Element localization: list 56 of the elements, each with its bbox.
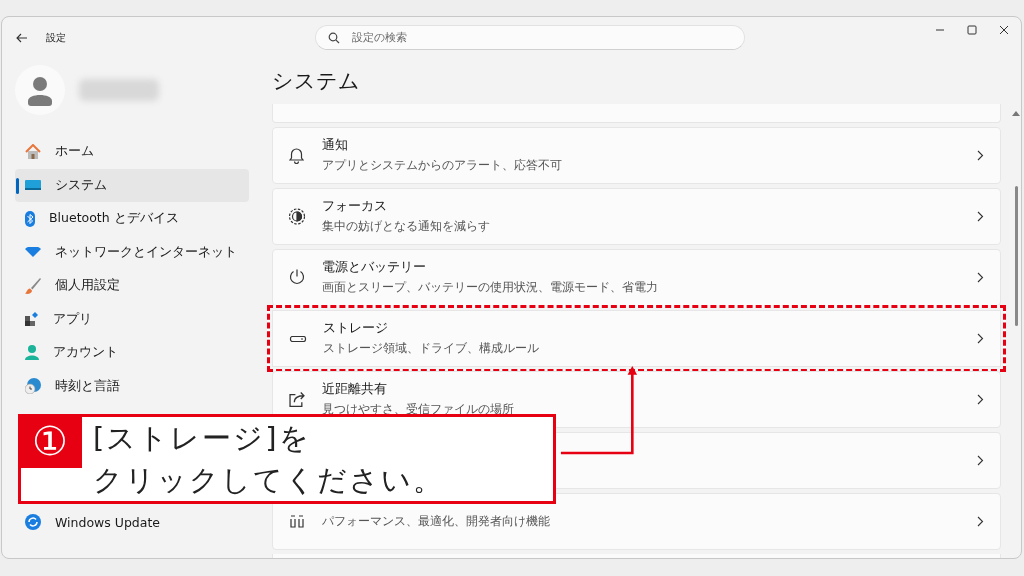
chevron-right-icon [977,394,984,405]
search-box[interactable]: 設定の検索 [315,25,745,50]
card-description: アプリとシステムからのアラート、応答不可 [322,157,563,174]
wifi-icon [25,247,41,258]
step-number: ① [18,414,82,468]
chevron-right-icon [977,333,984,344]
card-title: 近距離共有 [322,381,388,398]
chevron-right-icon [977,211,984,222]
focus-icon [288,208,306,225]
maximize-icon[interactable] [967,25,977,35]
sliders-icon [288,515,306,528]
settings-card[interactable]: フォーカス 集中の妨げとなる通知を減らす [272,188,1001,245]
card-title: 電源とバッテリー [322,259,427,276]
card-title: ストレージ [323,320,389,337]
update-icon [25,514,41,530]
scroll-up-icon[interactable] [1012,110,1020,116]
back-arrow-icon[interactable] [16,32,28,43]
close-icon[interactable] [999,25,1009,35]
settings-card[interactable]: 電源とバッテリー 画面とスリープ、バッテリーの使用状況、電源モード、省電力 [272,249,1001,306]
card-description: パフォーマンス、最適化、開発者向け機能 [322,513,551,530]
drive-icon [289,335,307,342]
apps-icon [25,312,39,327]
search-icon [328,31,340,44]
search-field[interactable]: 設定の検索 [352,31,744,44]
settings-card[interactable]: 通知 アプリとシステムからのアラート、応答不可 [272,127,1001,184]
brush-icon [25,277,41,294]
chevron-right-icon [977,516,984,527]
card-description: 集中の妨げとなる通知を減らす [322,218,491,235]
card-description: 画面とスリープ、バッテリーの使用状況、電源モード、省電力 [322,279,659,296]
sidebar-item[interactable]: アカウント [15,336,249,370]
settings-card[interactable]: ストレージ ストレージ領域、ドライブ、構成ルール [267,305,1006,372]
sidebar-item[interactable]: システム [15,168,249,202]
chevron-right-icon [977,150,984,161]
card-title: フォーカス [322,198,388,215]
chevron-right-icon [977,455,984,466]
card-title: 通知 [322,137,349,154]
bluetooth-icon [25,210,35,227]
card-description: ストレージ領域、ドライブ、構成ルール [323,340,540,357]
sidebar-item[interactable]: ネットワークとインターネット [15,235,249,269]
bell-icon [288,147,306,164]
globe-clock-icon [25,378,41,395]
sidebar-item[interactable]: Windows Update [15,507,249,537]
sidebar-item[interactable]: 個人用設定 [15,269,249,303]
person-icon [25,345,39,361]
chevron-right-icon [977,272,984,283]
avatar-icon [15,65,65,115]
sidebar-item[interactable]: アプリ [15,302,249,336]
power-icon [288,269,306,286]
sidebar-item[interactable]: Bluetooth とデバイス [15,202,249,236]
sidebar-item[interactable]: 時刻と言語 [15,369,249,403]
page-heading: システム [272,68,361,95]
sidebar-item[interactable]: ホーム [15,135,249,169]
monitor-icon [25,180,41,191]
house-icon [25,144,41,160]
window-title: 設定 [46,30,66,45]
share-icon [288,392,306,407]
